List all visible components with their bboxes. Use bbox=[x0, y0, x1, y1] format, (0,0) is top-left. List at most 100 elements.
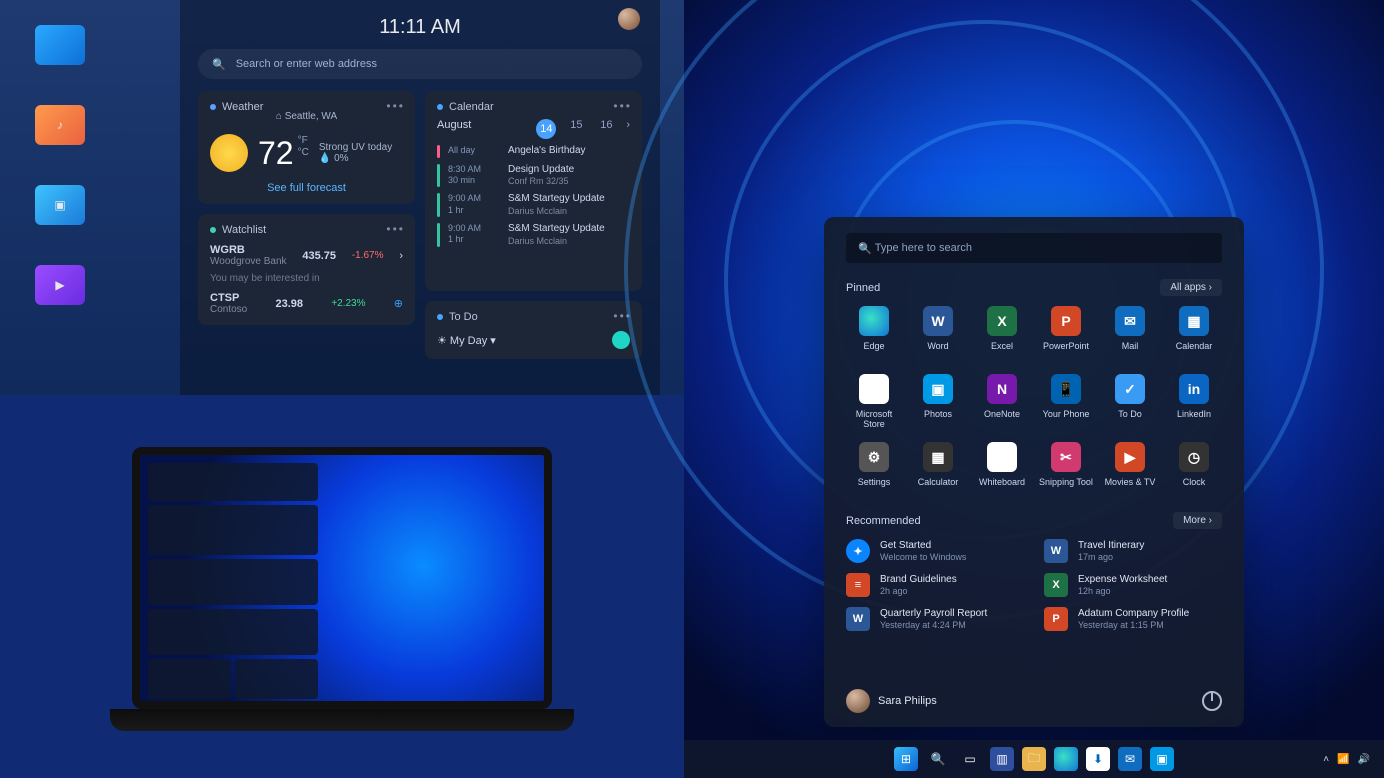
todo-widget[interactable]: ••• To Do ☀ My Day ▾ bbox=[425, 301, 642, 359]
file-icon: ≡ bbox=[846, 573, 870, 597]
taskbar-search-button[interactable]: 🔍 bbox=[926, 747, 950, 771]
laptop-mockup-panel bbox=[0, 395, 684, 778]
calendar-event[interactable]: All day Angela's Birthday bbox=[437, 145, 630, 158]
app-powerpoint[interactable]: PPowerPoint bbox=[1038, 306, 1094, 360]
all-apps-button[interactable]: All apps bbox=[1160, 279, 1222, 296]
laptop-mockup bbox=[132, 447, 552, 727]
edge-button[interactable] bbox=[1054, 747, 1078, 771]
app-edge[interactable]: Edge bbox=[846, 306, 902, 360]
calendar-event[interactable]: 9:00 AM1 hr S&M Startegy UpdateDarius Mc… bbox=[437, 193, 630, 217]
calendar-widget[interactable]: ••• Calendar August 14 15 16 › All day A… bbox=[425, 91, 642, 291]
more-icon[interactable]: ••• bbox=[386, 222, 405, 236]
chevron-right-icon: › bbox=[399, 250, 403, 262]
search-placeholder: Search or enter web address bbox=[236, 58, 377, 70]
sun-icon bbox=[210, 134, 248, 172]
app-linkedin[interactable]: inLinkedIn bbox=[1166, 374, 1222, 428]
app-calculator[interactable]: ▦Calculator bbox=[910, 442, 966, 496]
app-icon: ✂ bbox=[1051, 442, 1081, 472]
app-icon bbox=[859, 306, 889, 336]
pictures-folder-icon[interactable]: ▣ bbox=[35, 185, 85, 225]
search-icon: 🔍 bbox=[858, 242, 872, 255]
recommended-grid: ✦ Get StartedWelcome to Windows W Travel … bbox=[846, 539, 1222, 631]
app-to-do[interactable]: ✓To Do bbox=[1102, 374, 1158, 428]
app-icon: 📱 bbox=[1051, 374, 1081, 404]
app-movies-tv[interactable]: ▶Movies & TV bbox=[1102, 442, 1158, 496]
app-clock[interactable]: ◷Clock bbox=[1166, 442, 1222, 496]
more-button[interactable]: More bbox=[1173, 512, 1222, 529]
app-settings[interactable]: ⚙Settings bbox=[846, 442, 902, 496]
app-icon: ◷ bbox=[1179, 442, 1209, 472]
recommended-heading: Recommended bbox=[846, 515, 921, 527]
app-mail[interactable]: ✉Mail bbox=[1102, 306, 1158, 360]
store-button[interactable]: ⬇ bbox=[1086, 747, 1110, 771]
recommended-item[interactable]: ≡ Brand Guidelines2h ago bbox=[846, 573, 1024, 597]
app-photos[interactable]: ▣Photos bbox=[910, 374, 966, 428]
widgets-button[interactable]: ▥ bbox=[990, 747, 1014, 771]
recommended-item[interactable]: ✦ Get StartedWelcome to Windows bbox=[846, 539, 1024, 563]
photos-button[interactable]: ▣ bbox=[1150, 747, 1174, 771]
app-snipping-tool[interactable]: ✂Snipping Tool bbox=[1038, 442, 1094, 496]
recommended-item[interactable]: X Expense Worksheet12h ago bbox=[1044, 573, 1222, 597]
avatar-icon bbox=[846, 689, 870, 713]
pinned-heading: Pinned bbox=[846, 282, 880, 294]
file-icon: W bbox=[1044, 539, 1068, 563]
file-icon: ✦ bbox=[846, 539, 870, 563]
file-icon: W bbox=[846, 607, 870, 631]
more-icon[interactable]: ••• bbox=[613, 309, 632, 323]
weather-widget[interactable]: ••• Weather Seattle, WA 72 °F°C Strong U… bbox=[198, 91, 415, 204]
app-your-phone[interactable]: 📱Your Phone bbox=[1038, 374, 1094, 428]
volume-icon[interactable]: 🔊 bbox=[1358, 754, 1370, 765]
app-calendar[interactable]: ▦Calendar bbox=[1166, 306, 1222, 360]
weather-temp: 72 bbox=[258, 135, 294, 172]
watchlist-widget[interactable]: ••• Watchlist WGRB Woodgrove Bank 435.75… bbox=[198, 214, 415, 325]
win11-desktop: 🔍 Type here to search Pinned All apps Ed… bbox=[684, 0, 1384, 778]
widgets-clock: 11:11 AM bbox=[198, 16, 642, 39]
app-icon: ⚙ bbox=[859, 442, 889, 472]
user-account-button[interactable]: Sara Philips bbox=[846, 689, 937, 713]
start-button[interactable]: ⊞ bbox=[894, 747, 918, 771]
file-icon: X bbox=[1044, 573, 1068, 597]
recommended-item[interactable]: W Travel Itinerary17m ago bbox=[1044, 539, 1222, 563]
calendar-days[interactable]: August 14 15 16 › bbox=[437, 119, 630, 139]
app-icon: N bbox=[987, 374, 1017, 404]
explorer-button[interactable]: 🗀 bbox=[1022, 747, 1046, 771]
more-icon[interactable]: ••• bbox=[386, 99, 405, 113]
app-excel[interactable]: XExcel bbox=[974, 306, 1030, 360]
power-button[interactable] bbox=[1202, 691, 1222, 711]
stock-row[interactable]: CTSP Contoso 23.98 +2.23% ⊕ bbox=[210, 292, 403, 315]
chevron-up-icon[interactable]: ˄ bbox=[1323, 754, 1329, 765]
stock-row[interactable]: WGRB Woodgrove Bank 435.75 -1.67% › bbox=[210, 244, 403, 267]
app-whiteboard[interactable]: ✎Whiteboard bbox=[974, 442, 1030, 496]
taskbar: ⊞ 🔍 ▭ ▥ 🗀 ⬇ ✉ ▣ ˄ 📶 🔊 bbox=[684, 740, 1384, 778]
app-onenote[interactable]: NOneNote bbox=[974, 374, 1030, 428]
app-icon: ✉ bbox=[1115, 306, 1145, 336]
widgets-panel: 11:11 AM 🔍 Search or enter web address •… bbox=[180, 0, 660, 395]
recommended-item[interactable]: P Adatum Company ProfileYesterday at 1:1… bbox=[1044, 607, 1222, 631]
app-icon: ▦ bbox=[923, 442, 953, 472]
app-icon: ✓ bbox=[1115, 374, 1145, 404]
app-icon: W bbox=[923, 306, 953, 336]
app-word[interactable]: WWord bbox=[910, 306, 966, 360]
recommended-item[interactable]: W Quarterly Payroll ReportYesterday at 4… bbox=[846, 607, 1024, 631]
task-view-button[interactable]: ▭ bbox=[958, 747, 982, 771]
calendar-event[interactable]: 8:30 AM30 min Design UpdateConf Rm 32/35 bbox=[437, 164, 630, 188]
forecast-link[interactable]: See full forecast bbox=[210, 182, 403, 194]
app-icon: P bbox=[1051, 306, 1081, 336]
videos-folder-icon[interactable]: ▶ bbox=[35, 265, 85, 305]
app-microsoft-store[interactable]: ⬇Microsoft Store bbox=[846, 374, 902, 428]
add-icon[interactable]: ⊕ bbox=[394, 297, 403, 310]
widgets-search[interactable]: 🔍 Search or enter web address bbox=[198, 49, 642, 79]
calendar-event[interactable]: 9:00 AM1 hr S&M Startegy UpdateDarius Mc… bbox=[437, 223, 630, 247]
system-tray[interactable]: ˄ 📶 🔊 bbox=[1323, 754, 1370, 765]
mail-button[interactable]: ✉ bbox=[1118, 747, 1142, 771]
app-icon: in bbox=[1179, 374, 1209, 404]
chevron-right-icon[interactable]: › bbox=[626, 119, 630, 139]
wifi-icon[interactable]: 📶 bbox=[1337, 754, 1349, 765]
more-icon[interactable]: ••• bbox=[613, 99, 632, 113]
add-task-button[interactable] bbox=[612, 331, 630, 349]
start-menu: 🔍 Type here to search Pinned All apps Ed… bbox=[824, 217, 1244, 727]
documents-folder-icon[interactable] bbox=[35, 25, 85, 65]
start-search[interactable]: 🔍 Type here to search bbox=[846, 233, 1222, 263]
music-folder-icon[interactable]: ♪ bbox=[35, 105, 85, 145]
app-icon: ✎ bbox=[987, 442, 1017, 472]
